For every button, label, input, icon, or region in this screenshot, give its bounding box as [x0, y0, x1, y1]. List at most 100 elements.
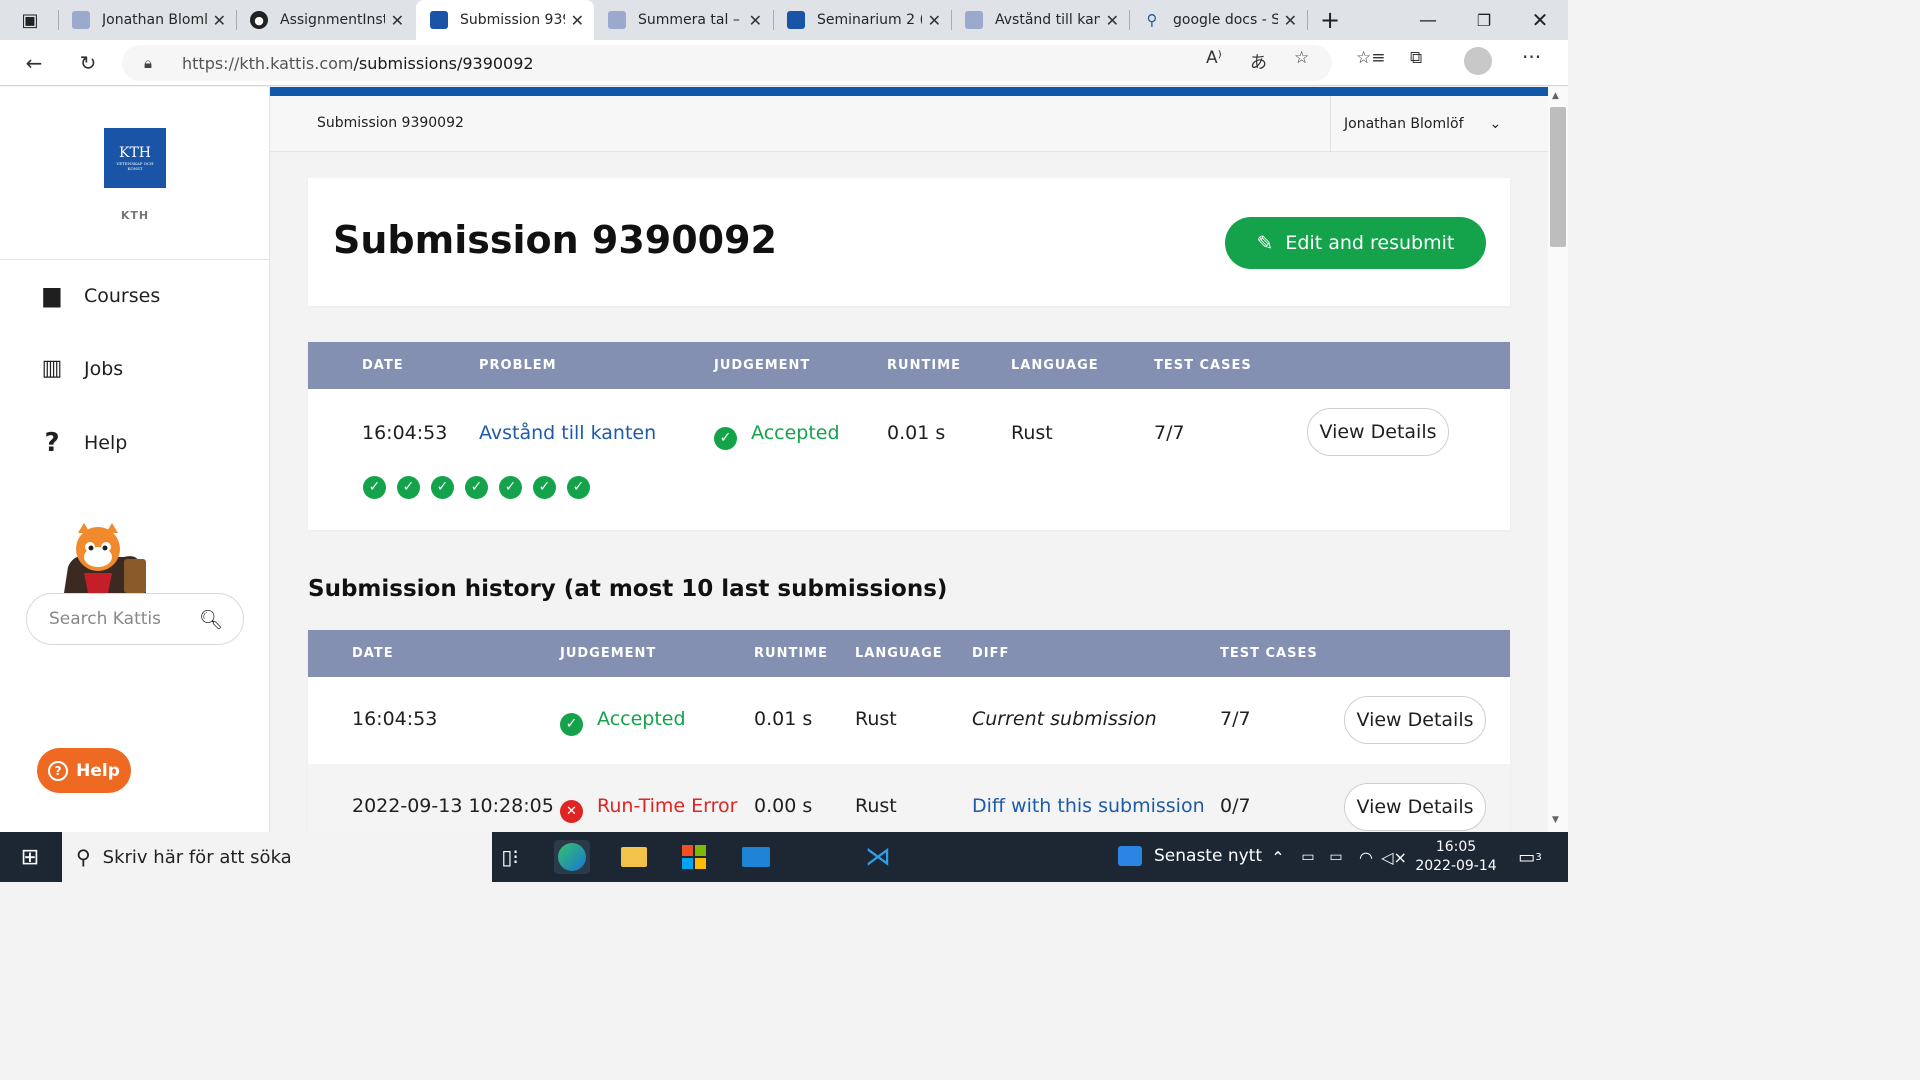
tab-submission[interactable]: Submission 9390092 ✕ — [416, 0, 594, 40]
problem-link[interactable]: Avstånd till kanten — [479, 422, 656, 444]
close-icon[interactable]: ✕ — [213, 11, 226, 30]
scroll-up-icon[interactable]: ▲ — [1552, 91, 1559, 101]
kth-logo[interactable]: KTH VETENSKAP OCH KONST — [104, 128, 166, 188]
test-case-accepted-icon[interactable]: ✓ — [363, 476, 386, 499]
user-menu[interactable]: Jonathan Blomlöf ⌄ — [1330, 96, 1548, 152]
tab-summera[interactable]: Summera tal – Kattis ✕ — [594, 0, 772, 40]
search-icon: ⚲ — [1146, 11, 1158, 29]
window-close-icon[interactable]: ✕ — [1512, 0, 1568, 40]
tab-label: Seminarium 2 ( — [817, 12, 922, 28]
collections-icon[interactable]: ⧉ — [1410, 48, 1422, 68]
back-icon[interactable]: ← — [17, 46, 51, 80]
sidebar-item-help[interactable]: ? Help — [40, 428, 127, 458]
close-icon[interactable]: ✕ — [1106, 11, 1119, 30]
add-favorite-icon[interactable]: ☆ — [1294, 48, 1309, 68]
tab-label: Avstånd till kanten — [995, 12, 1100, 28]
table-header: DATE JUDGEMENT RUNTIME LANGUAGE DIFF TES… — [308, 630, 1510, 677]
view-details-button[interactable]: View Details — [1344, 696, 1486, 744]
tab-jonathan[interactable]: Jonathan Blomlöf ✕ — [58, 0, 236, 40]
github-icon: ● — [250, 11, 268, 29]
more-menu-icon[interactable]: ··· — [1522, 45, 1541, 69]
task-view-icon[interactable]: ▯⁝ — [492, 840, 528, 874]
translate-icon[interactable]: あ — [1250, 48, 1267, 73]
page-scrollbar[interactable]: ▲ ▼ — [1548, 87, 1568, 832]
tab-actions-icon[interactable]: ▣ — [2, 0, 58, 40]
test-case-accepted-icon[interactable]: ✓ — [533, 476, 556, 499]
scroll-down-icon[interactable]: ▼ — [1552, 815, 1559, 825]
close-icon[interactable]: ✕ — [391, 11, 404, 30]
test-case-accepted-icon[interactable]: ✓ — [397, 476, 420, 499]
column-header: PROBLEM — [479, 358, 557, 373]
tab-label: Submission 9390092 — [460, 12, 565, 28]
tab-label: google docs - Sök — [1173, 12, 1278, 28]
sidebar-item-courses[interactable]: ▆ Courses — [40, 283, 161, 308]
notifications-icon[interactable]: ▭ 3 — [1512, 840, 1548, 874]
language-cell: Rust — [1011, 422, 1053, 444]
tab-seminarium[interactable]: Seminarium 2 ( ✕ — [773, 0, 951, 40]
read-aloud-icon[interactable]: A⁾ — [1206, 48, 1222, 68]
tab-label: Summera tal – Kattis — [638, 12, 743, 28]
profile-avatar[interactable] — [1464, 47, 1492, 75]
tab-label: Jonathan Blomlöf — [102, 12, 207, 28]
kattis-icon — [965, 11, 983, 29]
submission-table: DATE PROBLEM JUDGEMENT RUNTIME LANGUAGE … — [308, 342, 1510, 530]
tab-google-docs[interactable]: ⚲ google docs - Sök ✕ — [1129, 0, 1307, 40]
edit-icon: ✎ — [1256, 231, 1274, 255]
volume-muted-icon[interactable]: ◁× — [1376, 840, 1412, 874]
language-cell: Rust — [855, 795, 897, 817]
runtime-cell: 0.00 s — [754, 795, 813, 817]
favorites-icon[interactable]: ☆≡ — [1356, 48, 1385, 68]
search-icon[interactable]: 🔍︎ — [199, 608, 223, 631]
clock[interactable]: 16:05 2022-09-14 — [1410, 838, 1502, 876]
test-cases-cell: 7/7 — [1220, 708, 1251, 730]
column-header: RUNTIME — [754, 646, 828, 661]
new-tab-icon[interactable]: + — [1302, 0, 1358, 40]
restore-icon[interactable]: ❐ — [1456, 0, 1512, 40]
close-icon[interactable]: ✕ — [928, 11, 941, 30]
clock-date: 2022-09-14 — [1415, 858, 1497, 874]
view-details-button[interactable]: View Details — [1307, 408, 1449, 456]
scrollbar-thumb[interactable] — [1550, 107, 1566, 247]
microsoft-store-icon[interactable] — [676, 840, 712, 874]
search-input[interactable] — [49, 609, 189, 629]
test-case-accepted-icon[interactable]: ✓ — [499, 476, 522, 499]
search-box: 🔍︎ — [26, 593, 244, 645]
view-details-button[interactable]: View Details — [1344, 783, 1486, 831]
page-title: Submission 9390092 — [333, 218, 777, 262]
date-cell: 2022-09-13 10:28:05 — [352, 795, 554, 817]
test-case-accepted-icon[interactable]: ✓ — [465, 476, 488, 499]
taskbar-search[interactable]: ⚲ Skriv här för att söka — [62, 832, 492, 882]
news-icon — [1118, 846, 1142, 866]
diff-link[interactable]: Diff with this submission — [972, 795, 1205, 817]
column-header: TEST CASES — [1154, 358, 1252, 373]
tab-assignment[interactable]: ● AssignmentInstructions ✕ — [236, 0, 414, 40]
edit-resubmit-button[interactable]: ✎ Edit and resubmit — [1225, 217, 1486, 269]
sidebar: KTH VETENSKAP OCH KONST KTH ▆ Courses ▥ … — [0, 87, 270, 832]
table-row: 16:04:53 ✓ Accepted 0.01 s Rust Current … — [308, 677, 1510, 764]
close-icon[interactable]: ✕ — [571, 11, 584, 30]
minimize-icon[interactable]: — — [1400, 0, 1456, 40]
test-case-accepted-icon[interactable]: ✓ — [431, 476, 454, 499]
edge-icon[interactable] — [554, 840, 590, 874]
windows-start-icon[interactable]: ⊞ — [12, 840, 48, 874]
vscode-icon[interactable]: ⋊ — [860, 840, 896, 874]
close-icon[interactable]: ✕ — [1284, 11, 1297, 30]
lock-icon: 🔒︎ — [144, 54, 152, 72]
mail-icon[interactable] — [738, 840, 774, 874]
runtime-cell: 0.01 s — [754, 708, 813, 730]
test-case-accepted-icon[interactable]: ✓ — [567, 476, 590, 499]
news-widget[interactable]: Senaste nytt — [1118, 846, 1262, 866]
sidebar-item-jobs[interactable]: ▥ Jobs — [40, 356, 124, 381]
url-text: https://kth.kattis.com/submissions/93900… — [182, 53, 534, 73]
refresh-icon[interactable]: ↻ — [71, 46, 105, 80]
sidebar-item-label: Help — [84, 432, 128, 454]
kattis-icon — [608, 11, 626, 29]
history-heading: Submission history (at most 10 last subm… — [308, 576, 948, 602]
tab-avstand[interactable]: Avstånd till kanten ✕ — [951, 0, 1129, 40]
check-circle-icon: ✓ — [560, 713, 583, 736]
help-button[interactable]: ? Help — [37, 748, 131, 793]
column-header: TEST CASES — [1220, 646, 1318, 661]
close-icon[interactable]: ✕ — [749, 11, 762, 30]
file-explorer-icon[interactable] — [616, 840, 652, 874]
url-field[interactable]: 🔒︎ https://kth.kattis.com/submissions/93… — [122, 45, 1332, 81]
